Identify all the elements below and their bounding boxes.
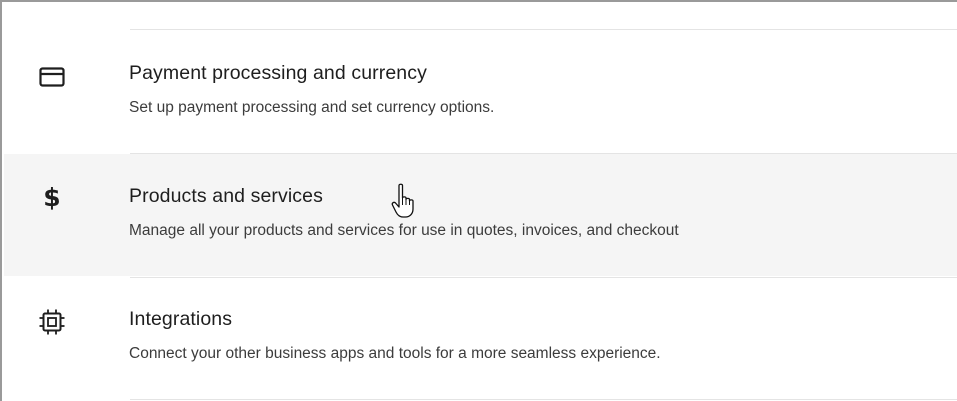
divider bbox=[130, 29, 957, 30]
settings-item-integrations[interactable]: Integrations Connect your other business… bbox=[4, 278, 957, 400]
settings-item-title: Products and services bbox=[129, 185, 323, 207]
settings-item-payment-processing[interactable]: Payment processing and currency Set up p… bbox=[4, 31, 957, 153]
settings-panel: Payment processing and currency Set up p… bbox=[0, 0, 957, 401]
settings-item-description: Manage all your products and services fo… bbox=[129, 222, 679, 239]
settings-item-title: Integrations bbox=[129, 308, 233, 330]
settings-item-title: Payment processing and currency bbox=[129, 62, 427, 84]
chip-icon bbox=[38, 308, 66, 336]
divider bbox=[130, 399, 957, 400]
credit-card-icon bbox=[38, 63, 66, 91]
dollar-sign-icon: $ bbox=[43, 183, 61, 212]
settings-item-description: Set up payment processing and set curren… bbox=[129, 99, 495, 116]
settings-item-description: Connect your other business apps and too… bbox=[129, 345, 661, 362]
settings-item-products-and-services[interactable]: $ Products and services Manage all your … bbox=[4, 154, 957, 276]
